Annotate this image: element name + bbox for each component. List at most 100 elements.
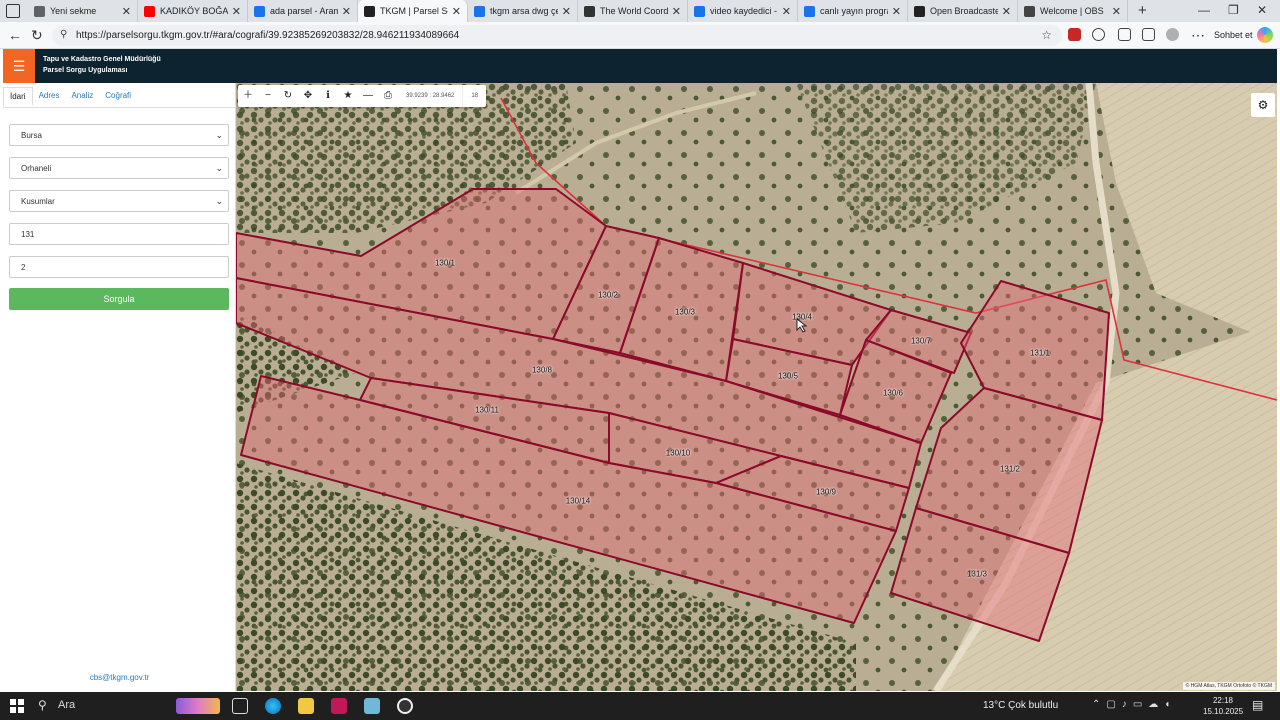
copilot-icon[interactable] <box>1257 27 1273 43</box>
system-tray-icons[interactable]: ⌃▢♪▭☁◖ <box>1092 699 1176 710</box>
widgets-flower-icon[interactable] <box>176 698 220 714</box>
tab-title: tkgm arsa dwg çev <box>490 6 558 16</box>
parcel-label: 130/6 <box>882 388 904 398</box>
block-input[interactable]: 131 <box>9 223 229 245</box>
zoom-out-icon[interactable]: − <box>258 85 278 107</box>
favorites-icon[interactable] <box>1142 28 1155 41</box>
location-pin-icon <box>364 5 375 17</box>
parcel-input[interactable]: 2 <box>9 256 229 278</box>
weather-widget[interactable]: 13°C Çok bulutlu <box>983 700 1058 711</box>
map-view[interactable]: 130/1 130/2 130/3 130/4 130/5 130/6 130/… <box>236 83 1277 691</box>
windows-start-icon[interactable] <box>10 699 24 713</box>
site-icon <box>584 5 595 17</box>
minimize-icon[interactable]: — <box>1198 3 1210 17</box>
close-window-icon[interactable]: ✕ <box>1257 3 1267 17</box>
tab-title: ada parsel - Arama <box>270 6 338 16</box>
notepad-icon[interactable] <box>364 698 380 714</box>
info-icon[interactable]: ℹ <box>318 85 338 107</box>
map-attribution: © HGM Atlas, TKGM Ortofoto © TKGM <box>1182 682 1275 690</box>
parcel-label: 130/1 <box>434 258 456 268</box>
task-view-icon[interactable] <box>232 698 248 714</box>
contact-email-link[interactable]: cbs@tkgm.gov.tr <box>3 673 236 682</box>
browser-tab[interactable]: Welcome | OBS ✕ <box>1018 0 1128 22</box>
maximize-icon[interactable]: ❐ <box>1228 3 1239 17</box>
close-tab-icon[interactable]: ✕ <box>232 5 241 18</box>
parcel-label: 130/2 <box>597 290 619 300</box>
browser-tab[interactable]: Open Broadcaster S ✕ <box>908 0 1018 22</box>
clock[interactable]: 22:18 15.10.2025 <box>1203 695 1243 717</box>
more-menu-icon[interactable]: ⋯ <box>1191 27 1205 44</box>
block-value: 131 <box>21 230 35 239</box>
close-tab-icon[interactable]: ✕ <box>122 5 131 18</box>
print-icon[interactable]: ⎙ <box>378 85 398 107</box>
map-settings-gear-icon[interactable]: ⚙ <box>1251 93 1275 117</box>
browser-tab[interactable]: canlı yayın program ✕ <box>798 0 908 22</box>
site-info-icon[interactable]: ⚲ <box>60 29 67 40</box>
close-tab-icon[interactable]: ✕ <box>1002 5 1011 18</box>
zoom-level: 18 <box>462 85 486 107</box>
tab-cografi[interactable]: Coğrafi <box>99 87 137 106</box>
browser-tab[interactable]: Yeni sekme ✕ <box>28 0 138 22</box>
performance-icon[interactable] <box>1118 28 1131 41</box>
browser-tab[interactable]: TKGM | Parsel Sorgu ✕ <box>358 0 468 22</box>
window-icon <box>34 5 45 17</box>
page-header: ☰ Tapu ve Kadastro Genel Müdürlüğü Parse… <box>3 49 1277 83</box>
cursor-icon <box>796 318 807 333</box>
pdf-extension-icon[interactable] <box>1068 28 1081 41</box>
parcel-label: 130/5 <box>777 371 799 381</box>
full-extent-icon[interactable]: ✥ <box>298 85 318 107</box>
favorite-star-icon[interactable]: ★ <box>338 85 358 107</box>
close-tab-icon[interactable]: ✕ <box>342 5 351 18</box>
clock-time: 22:18 <box>1212 696 1234 705</box>
parcel-label: 130/10 <box>665 448 691 458</box>
parcel-label: 130/8 <box>531 365 553 375</box>
map-canvas <box>236 83 1277 691</box>
close-tab-icon[interactable]: ✕ <box>672 5 681 18</box>
zoom-in-icon[interactable]: ＋ <box>238 85 258 107</box>
parcel-label: 131/3 <box>966 569 988 579</box>
reload-icon[interactable]: ↻ <box>31 27 43 44</box>
refresh-icon[interactable]: ↻ <box>278 85 298 107</box>
notification-icon[interactable]: ▤ <box>1252 698 1263 712</box>
close-tab-icon[interactable]: ✕ <box>1112 5 1121 18</box>
chevron-down-icon: ⌄ <box>215 130 223 140</box>
profile-avatar[interactable] <box>1166 28 1179 41</box>
parcel-label: 131/1 <box>1029 348 1051 358</box>
close-tab-icon[interactable]: ✕ <box>562 5 571 18</box>
obs-studio-icon[interactable] <box>397 698 413 714</box>
tab-title: video kaydedici - A <box>710 6 778 16</box>
browser-tab[interactable]: The World Coordin ✕ <box>578 0 688 22</box>
query-button[interactable]: Sorgula <box>9 288 229 310</box>
new-tab-button[interactable]: + <box>1138 2 1147 19</box>
tab-idari[interactable]: İdari <box>3 87 33 106</box>
parcel-label: 130/11 <box>475 405 499 415</box>
district-value: Orhaneli <box>21 164 52 173</box>
back-icon[interactable]: ← <box>8 27 22 43</box>
hamburger-menu-button[interactable]: ☰ <box>3 49 35 83</box>
neighborhood-value: Kusumlar <box>21 197 55 206</box>
edge-browser-icon[interactable] <box>265 698 281 714</box>
close-tab-icon[interactable]: ✕ <box>782 5 791 18</box>
parcel-label: 131/2 <box>999 464 1021 474</box>
tab-analiz[interactable]: Analiz <box>65 87 99 106</box>
bookmark-star-icon[interactable]: ☆ <box>1041 28 1052 42</box>
app-icon[interactable] <box>331 698 347 714</box>
chat-button[interactable]: Sohbet et <box>1214 30 1253 40</box>
neighborhood-select[interactable]: Kusumlar ⌄ <box>9 190 229 212</box>
close-tab-icon[interactable]: ✕ <box>892 5 901 18</box>
tab-actions-icon[interactable] <box>6 4 20 18</box>
browser-tab[interactable]: KADIKÖY BOĞASI - ✕ <box>138 0 248 22</box>
browser-tab[interactable]: video kaydedici - A ✕ <box>688 0 798 22</box>
province-select[interactable]: Bursa ⌄ <box>9 124 229 146</box>
measure-icon[interactable]: — <box>358 85 378 107</box>
tab-adres[interactable]: Adres <box>33 87 66 106</box>
browser-tab[interactable]: ada parsel - Arama ✕ <box>248 0 358 22</box>
address-bar[interactable]: ⚲ https://parselsorgu.tkgm.gov.tr/#ara/c… <box>52 25 1062 46</box>
search-icon <box>804 5 815 17</box>
tab-title: Yeni sekme <box>50 6 97 16</box>
browser-tab[interactable]: tkgm arsa dwg çev ✕ <box>468 0 578 22</box>
close-tab-icon[interactable]: ✕ <box>452 5 461 18</box>
district-select[interactable]: Orhaneli ⌄ <box>9 157 229 179</box>
extension-icon[interactable] <box>1092 28 1105 41</box>
file-explorer-icon[interactable] <box>298 698 314 714</box>
